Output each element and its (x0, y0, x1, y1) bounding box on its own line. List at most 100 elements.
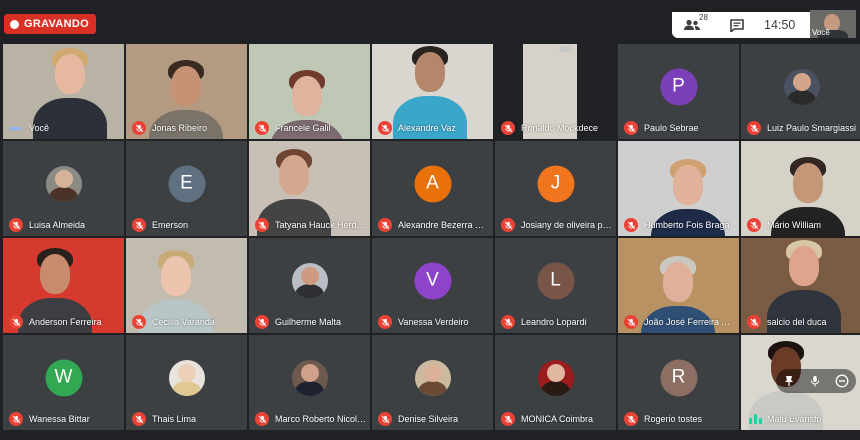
participant-tile[interactable]: João José Ferreira Alves (618, 238, 739, 333)
participant-tile[interactable]: Luisa Almeida (3, 141, 124, 236)
mic-off-icon (624, 121, 638, 135)
avatar-photo-face (54, 170, 73, 189)
participant-video-face (789, 246, 819, 286)
participant-tile[interactable]: Anderson Ferreira (3, 238, 124, 333)
participant-tile[interactable]: Guilherme Malta (249, 238, 370, 333)
recording-label: GRAVANDO (24, 18, 89, 30)
participant-name: Francele Galil (275, 123, 331, 133)
participant-tile[interactable]: P Paulo Sebrae (618, 44, 739, 139)
participant-tile[interactable]: Denise Silveira (372, 335, 493, 430)
mic-off-icon (747, 315, 761, 329)
mic-off-icon (255, 315, 269, 329)
participant-tile[interactable]: Thais Lima (126, 335, 247, 430)
mic-off-icon (9, 315, 23, 329)
participant-avatar-photo (414, 359, 451, 396)
mic-off-icon (501, 218, 515, 232)
participant-video-face (55, 54, 85, 94)
mic-off-icon (255, 412, 269, 426)
meeting-controls: 28 14:50 (672, 12, 810, 38)
participant-avatar-photo (45, 165, 82, 202)
participant-tile[interactable]: W Wanessa Bittar (3, 335, 124, 430)
participant-name: MONICA Coimbra (521, 414, 594, 424)
participant-name: Mário William (767, 220, 821, 230)
participant-tile[interactable]: MONICA Coimbra (495, 335, 616, 430)
clock-time: 14:50 (764, 18, 796, 32)
participant-avatar-photo (783, 68, 820, 105)
participant-name: Jonas Ribeiro (152, 123, 208, 133)
more-options-icon[interactable]: ••• (9, 121, 22, 135)
participant-tile[interactable]: Malu Evaristo (741, 335, 860, 430)
participant-tile[interactable]: E Emerson (126, 141, 247, 236)
chat-button[interactable] (730, 18, 746, 32)
participant-tile[interactable]: salcio del duca (741, 238, 860, 333)
mic-off-icon (132, 315, 146, 329)
participant-name: Luiz Paulo Smargiassi (767, 123, 857, 133)
participant-video-face (171, 66, 201, 106)
mic-off-icon (624, 412, 638, 426)
participant-name: Vanessa Verdeiro (398, 317, 469, 327)
participant-avatar-photo (291, 359, 328, 396)
participant-avatar-initial: E (168, 165, 205, 203)
avatar-photo-face (423, 364, 442, 383)
avatar-photo-body (787, 90, 816, 105)
self-preview[interactable]: Você (810, 10, 856, 38)
remove-icon[interactable] (835, 374, 849, 388)
participant-video-face (279, 155, 309, 195)
people-icon (684, 19, 700, 30)
participant-video-face (793, 163, 823, 203)
avatar-photo-face (300, 267, 319, 286)
participant-tile[interactable]: V Vanessa Verdeiro (372, 238, 493, 333)
mic-off-icon (501, 121, 515, 135)
mic-off-icon (378, 412, 392, 426)
avatar-photo-body (418, 381, 447, 396)
participant-tile[interactable]: R Rogerio tostes (618, 335, 739, 430)
avatar-photo-face (792, 73, 811, 92)
participant-video-face (161, 256, 191, 296)
mic-off-icon (378, 121, 392, 135)
avatar-photo-body (172, 381, 201, 396)
participant-avatar-photo (537, 359, 574, 396)
participant-tile[interactable]: Mário William (741, 141, 860, 236)
participant-tile[interactable]: L Leandro Lopardi (495, 238, 616, 333)
participant-avatar-initial: A (414, 165, 451, 203)
mic-off-icon (747, 218, 761, 232)
participant-name: Humberto Fois Braga (644, 220, 730, 230)
mic-off-icon (378, 218, 392, 232)
participant-avatar-initial: R (660, 359, 697, 397)
participant-name: Emerson (152, 220, 189, 230)
participant-tile[interactable]: Luiz Paulo Smargiassi (741, 44, 860, 139)
avatar-photo-body (295, 381, 324, 396)
participant-avatar-initial: V (414, 262, 451, 300)
participant-video-body (18, 298, 92, 333)
participant-tile[interactable]: Cecilia Varanda (126, 238, 247, 333)
participants-button[interactable]: 28 (684, 13, 708, 31)
chat-icon (730, 18, 744, 32)
participant-avatar-initial: L (537, 262, 574, 300)
participant-tile[interactable]: Francele Galil (249, 44, 370, 139)
participant-video-body (749, 391, 823, 430)
participant-video-face (663, 262, 693, 302)
participant-avatar-initial: P (660, 68, 697, 106)
participant-name: Wanessa Bittar (29, 414, 90, 424)
mic-icon[interactable] (809, 375, 821, 387)
participant-tile[interactable]: Jonas Ribeiro (126, 44, 247, 139)
participant-tile[interactable]: Alexandre Vaz (372, 44, 493, 139)
participant-name: salcio del duca (767, 317, 827, 327)
participant-tile[interactable]: Marco Roberto Nicolau (249, 335, 370, 430)
participant-name: Rogerio tostes (644, 414, 703, 424)
participant-tile[interactable]: A Alexandre Bezerra Mor... (372, 141, 493, 236)
mic-off-icon (624, 315, 638, 329)
participant-tile[interactable]: J Josiany de oliveira pinh... (495, 141, 616, 236)
participant-video-body (257, 199, 331, 236)
pin-icon[interactable] (783, 375, 795, 387)
participant-name: Você (29, 123, 50, 133)
participant-tile[interactable]: ••• Você (3, 44, 124, 139)
avatar-photo-face (177, 364, 196, 383)
participant-name: Alexandre Vaz (398, 123, 456, 133)
participant-avatar-initial: J (537, 165, 574, 203)
participant-tile[interactable]: Ronaldo Mockdece (495, 44, 616, 139)
participant-tile[interactable]: Humberto Fois Braga (618, 141, 739, 236)
participant-name: Denise Silveira (398, 414, 459, 424)
tile-hover-controls (776, 369, 856, 393)
participant-tile[interactable]: Tatyana Hauck Herdy ... (249, 141, 370, 236)
